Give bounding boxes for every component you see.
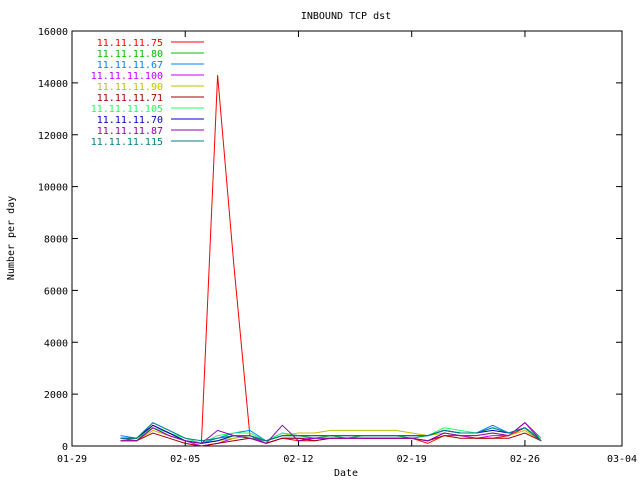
x-tick-label: 02-26 bbox=[510, 454, 540, 465]
legend-label: 11.11.11.87 bbox=[97, 126, 163, 137]
y-tick-label: 12000 bbox=[38, 131, 68, 142]
legend-label: 11.11.11.115 bbox=[91, 137, 163, 148]
x-tick-label: 02-12 bbox=[283, 454, 313, 465]
series-lines bbox=[120, 75, 542, 447]
x-tick-label: 01-29 bbox=[57, 454, 87, 465]
y-tick-label: 8000 bbox=[44, 235, 68, 246]
y-tick-label: 4000 bbox=[44, 338, 68, 349]
legend-label: 11.11.11.90 bbox=[97, 82, 163, 93]
chart-title: INBOUND TCP dst bbox=[301, 11, 391, 22]
y-axis-label: Number per day bbox=[6, 196, 17, 280]
legend: 11.11.11.7511.11.11.8011.11.11.6711.11.1… bbox=[91, 38, 204, 148]
legend-label: 11.11.11.80 bbox=[97, 49, 163, 60]
legend-label: 11.11.11.71 bbox=[97, 93, 163, 104]
legend-label: 11.11.11.105 bbox=[91, 104, 163, 115]
y-tick-label: 14000 bbox=[38, 79, 68, 90]
y-tick-label: 16000 bbox=[38, 27, 68, 38]
x-axis-label: Date bbox=[334, 468, 358, 479]
legend-label: 11.11.11.70 bbox=[97, 115, 163, 126]
x-tick-label: 03-04 bbox=[607, 454, 637, 465]
legend-label: 11.11.11.100 bbox=[91, 71, 163, 82]
y-tick-label: 6000 bbox=[44, 286, 68, 297]
x-tick-label: 02-19 bbox=[397, 454, 427, 465]
y-tick-label: 2000 bbox=[44, 390, 68, 401]
y-tick-label: 10000 bbox=[38, 183, 68, 194]
y-tick-label: 0 bbox=[62, 442, 68, 453]
legend-label: 11.11.11.67 bbox=[97, 60, 163, 71]
chart: INBOUND TCP dst 0 2000 4000 6000 8000 10000 12… bbox=[6, 11, 637, 479]
x-tick-label: 02-05 bbox=[170, 454, 200, 465]
legend-label: 11.11.11.75 bbox=[97, 38, 163, 49]
